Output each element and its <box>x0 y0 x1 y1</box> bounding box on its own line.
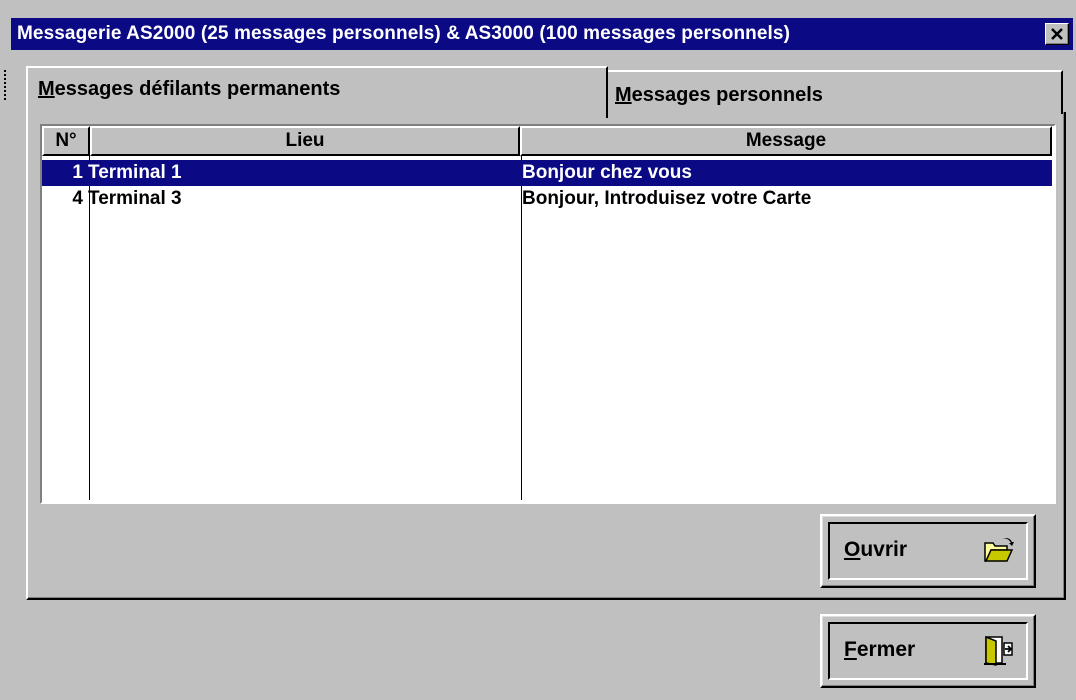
cell-message: Bonjour, Introduisez votre Carte <box>522 188 812 209</box>
column-header-lieu[interactable]: Lieu <box>90 126 520 156</box>
table-row[interactable]: 1 Terminal 1 Bonjour chez vous <box>42 160 1052 186</box>
open-button-label: Ouvrir <box>844 538 908 561</box>
fermer-button[interactable]: Fermer <box>828 622 1028 680</box>
close-button[interactable] <box>1045 23 1069 45</box>
window-title: Messagerie AS2000 (25 messages personnel… <box>17 23 791 44</box>
cell-num: 1 <box>72 162 83 183</box>
cell-lieu: Terminal 3 <box>88 188 182 209</box>
cell-lieu: Terminal 1 <box>88 162 182 183</box>
tab-messages-defilants[interactable]: Messages défilants permanents <box>26 66 608 118</box>
cell-num: 4 <box>72 188 83 209</box>
fermer-button-label: Fermer <box>844 638 916 661</box>
table-header: N° Lieu Message <box>42 126 1052 156</box>
column-header-num[interactable]: N° <box>42 126 90 156</box>
table-row[interactable]: 4 Terminal 3 Bonjour, Introduisez votre … <box>42 186 1052 212</box>
open-button[interactable]: Ouvrir <box>828 522 1028 580</box>
door-exit-icon <box>984 635 1013 666</box>
title-bar[interactable]: Messagerie AS2000 (25 messages personnel… <box>11 18 1073 50</box>
tab-messages-personnels[interactable]: Messages personnels <box>604 70 1063 114</box>
close-button-frame: Fermer <box>820 614 1036 688</box>
open-button-frame: Ouvrir <box>820 514 1036 588</box>
cell-message: Bonjour chez vous <box>522 162 692 183</box>
tab-label: Messages défilants permanents <box>38 78 341 100</box>
dialog-window: Messagerie AS2000 (25 messages personnel… <box>0 0 1076 700</box>
window-edge <box>0 0 8 700</box>
tab-label: Messages personnels <box>615 84 823 106</box>
column-header-message[interactable]: Message <box>520 126 1052 156</box>
folder-open-icon <box>984 538 1014 562</box>
close-icon <box>1051 28 1063 40</box>
messages-table[interactable]: N° Lieu Message 1 Terminal 1 Bonjour che… <box>40 124 1056 504</box>
